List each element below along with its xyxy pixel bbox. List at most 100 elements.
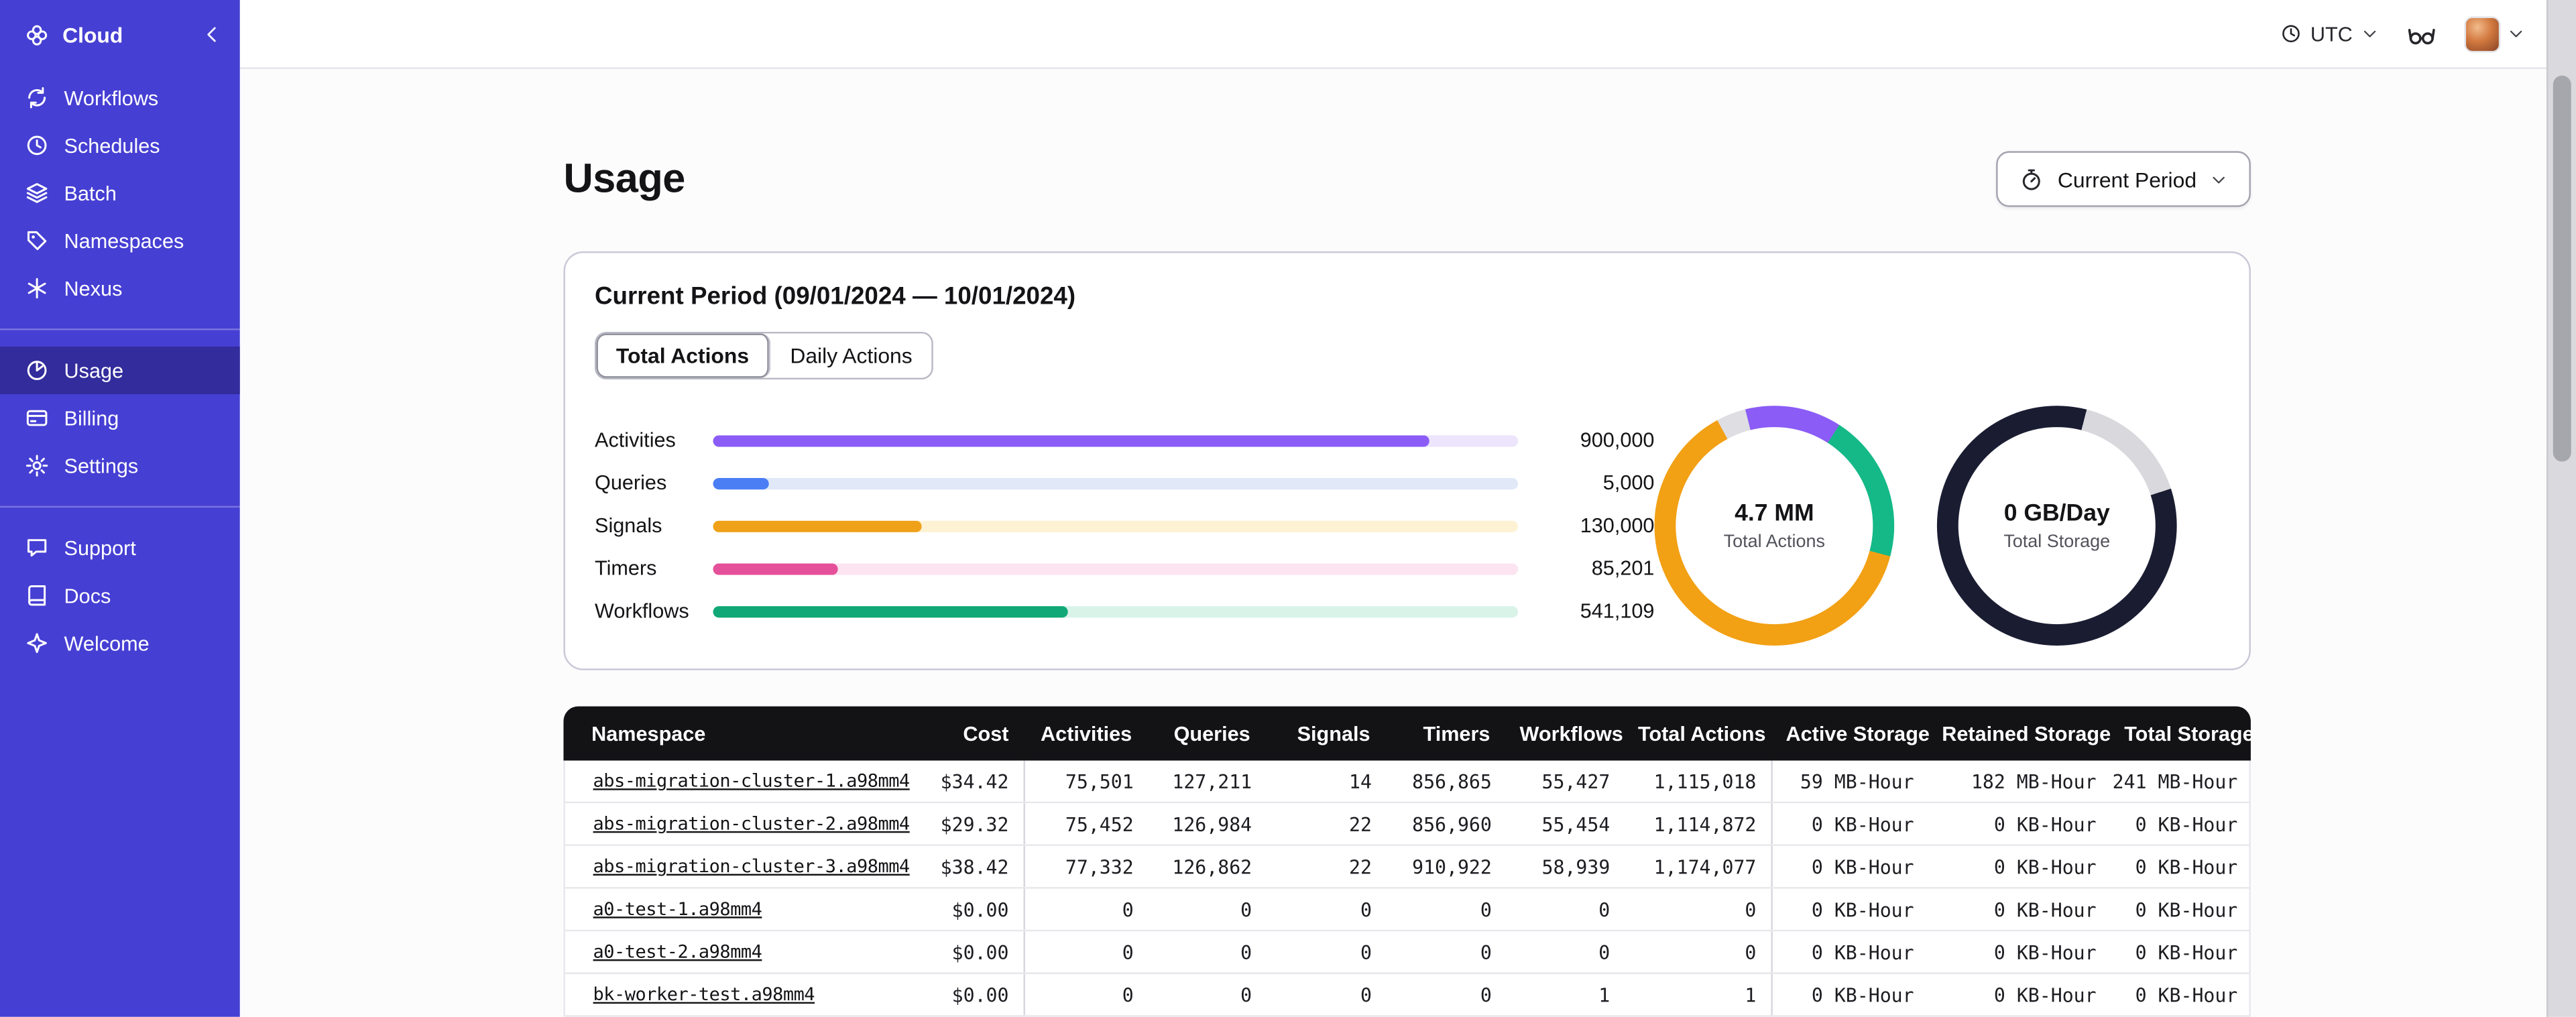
bar-label: Queries xyxy=(595,471,667,495)
namespace-link[interactable]: abs-migration-cluster-1.a98mm4 xyxy=(593,770,911,792)
table-cell: 55,454 xyxy=(1541,812,1611,835)
tab-total-actions[interactable]: Total Actions xyxy=(596,333,770,378)
actions-bar-chart: Activities 900,000 Queries 5,000 Signals 130,… xyxy=(595,419,1654,633)
sidebar-item-label: Welcome xyxy=(64,632,150,655)
table-cell: 0 xyxy=(1625,931,1773,973)
table-cell: 0 xyxy=(1122,983,1134,1006)
table-cell: 126,984 xyxy=(1172,812,1252,835)
namespace-cell: abs-migration-cluster-3.a98mm4 xyxy=(565,846,930,887)
sidebar-item-settings[interactable]: Settings xyxy=(0,442,240,489)
table-cell: 1,114,872 xyxy=(1625,803,1773,845)
column-header-total-actions: Total Actions xyxy=(1637,721,1766,745)
table-cell: 0 KB-Hour xyxy=(2135,940,2238,964)
table-cell: 0 KB-Hour xyxy=(2135,898,2238,921)
sidebar-item-usage[interactable]: Usage xyxy=(0,347,240,395)
table-row: a0-test-1.a98mm4 $0.00 0 0 0 0 0 0 0 KB-Hour 0 KB… xyxy=(565,888,2249,932)
table-header: Namespace Cost Activities Queries Signals Tim… xyxy=(563,706,2254,761)
user-menu[interactable] xyxy=(2464,15,2525,52)
avatar xyxy=(2464,15,2501,52)
sidebar-item-docs[interactable]: Docs xyxy=(0,572,240,619)
table-cell: 241 MB-Hour xyxy=(2112,769,2238,793)
actions-tab-group: Total Actions Daily Actions xyxy=(595,331,934,380)
namespace-usage-table: Namespace Cost Activities Queries Signals Tim… xyxy=(563,706,2254,1017)
page-content: Usage Current Period Current Period (09/… xyxy=(240,69,2546,1017)
table-cell: 856,960 xyxy=(1412,812,1492,835)
table-row: a0-test-2.a98mm4 $0.00 0 0 0 0 0 0 0 KB-Hour 0 KB… xyxy=(565,931,2249,975)
sidebar-collapse-button[interactable] xyxy=(200,23,223,46)
bar-value: 541,109 xyxy=(1580,599,1655,623)
namespace-cell: abs-migration-cluster-1.a98mm4 xyxy=(565,760,930,801)
table-cell: 0 xyxy=(1240,898,1252,921)
sidebar-item-label: Usage xyxy=(64,359,124,382)
namespace-link[interactable]: a0-test-2.a98mm4 xyxy=(593,941,762,963)
donut-center: 0 GB/Day Total Storage xyxy=(1958,427,2156,625)
period-dropdown-label: Current Period xyxy=(2057,166,2197,192)
table-cell: 58,939 xyxy=(1541,855,1611,878)
table-cell: 1 xyxy=(1625,974,1773,1016)
namespace-cell: a0-test-2.a98mm4 xyxy=(565,931,930,972)
table-cell: 0 xyxy=(1240,940,1252,964)
table-cell: 0 KB-Hour xyxy=(2135,983,2238,1006)
table-cell: 14 xyxy=(1349,769,1372,793)
cloud-logo-row[interactable]: Cloud xyxy=(0,0,240,69)
column-header-timers: Timers xyxy=(1423,721,1490,745)
sidebar-item-billing[interactable]: Billing xyxy=(0,394,240,442)
table-cell: 22 xyxy=(1349,812,1372,835)
table-cell: 75,452 xyxy=(1065,812,1134,835)
bar-label: Activities xyxy=(595,428,676,452)
column-header-active-storage: Active Storage xyxy=(1785,721,1930,745)
sidebar-item-support[interactable]: Support xyxy=(0,524,240,572)
glasses-icon[interactable] xyxy=(2407,19,2437,48)
total-storage-value: 0 GB/Day xyxy=(2003,500,2110,527)
table-cell: 0 xyxy=(1480,940,1492,964)
table-body: abs-migration-cluster-1.a98mm4 $34.42 75,5… xyxy=(563,760,2251,1017)
table-cell: 0 KB-Hour xyxy=(1811,898,1914,921)
table-cell: 0 KB-Hour xyxy=(1811,983,1914,1006)
table-cell: 1,115,018 xyxy=(1625,760,1773,802)
sidebar-item-batch[interactable]: Batch xyxy=(0,169,240,217)
table-cell: 127,211 xyxy=(1172,769,1252,793)
period-dropdown-button[interactable]: Current Period xyxy=(1997,151,2251,207)
app-name: Cloud xyxy=(62,22,123,47)
bar-fill xyxy=(713,520,923,532)
table-cell: 55,427 xyxy=(1541,769,1611,793)
scrollbar-thumb[interactable] xyxy=(2553,75,2571,462)
tab-daily-actions[interactable]: Daily Actions xyxy=(770,333,932,377)
bar-value: 130,000 xyxy=(1580,514,1655,538)
table-row: abs-migration-cluster-1.a98mm4 $34.42 75,5… xyxy=(565,760,2249,804)
billing-icon xyxy=(25,406,50,430)
sidebar-item-nexus[interactable]: Nexus xyxy=(0,264,240,312)
bar-track xyxy=(713,605,1519,617)
table-cell: 0 KB-Hour xyxy=(1993,983,2097,1006)
table-cell: 59 MB-Hour xyxy=(1800,769,1914,793)
sidebar-divider xyxy=(0,328,240,331)
bar-label: Signals xyxy=(595,514,662,538)
sidebar-item-namespaces[interactable]: Namespaces xyxy=(0,217,240,264)
timezone-selector[interactable]: UTC xyxy=(2281,22,2379,45)
bar-track xyxy=(713,562,1519,575)
namespace-link[interactable]: a0-test-1.a98mm4 xyxy=(593,898,762,920)
sidebar-item-label: Batch xyxy=(64,181,117,205)
sidebar-item-workflows[interactable]: Workflows xyxy=(0,74,240,121)
table-cell: 0 KB-Hour xyxy=(1993,898,2097,921)
current-period-card: Current Period (09/01/2024 — 10/01/2024)… xyxy=(563,251,2251,670)
namespace-link[interactable]: abs-migration-cluster-3.a98mm4 xyxy=(593,856,911,878)
table-cell: 0 KB-Hour xyxy=(1993,940,2097,964)
bar-fill xyxy=(713,605,1067,617)
bar-fill xyxy=(713,477,770,489)
column-header-activities: Activities xyxy=(1041,721,1132,745)
stopwatch-icon xyxy=(2020,167,2045,192)
sidebar-item-schedules[interactable]: Schedules xyxy=(0,121,240,169)
support-icon xyxy=(25,536,50,560)
namespace-cell: bk-worker-test.a98mm4 xyxy=(565,974,930,1015)
donut-center: 4.7 MM Total Actions xyxy=(1676,427,1873,625)
vertical-scrollbar[interactable] xyxy=(2546,0,2576,1017)
bar-value: 5,000 xyxy=(1602,471,1655,495)
column-header-workflows: Workflows xyxy=(1519,721,1623,745)
namespace-link[interactable]: abs-migration-cluster-2.a98mm4 xyxy=(593,813,911,835)
namespace-link[interactable]: bk-worker-test.a98mm4 xyxy=(593,984,815,1006)
main-area: UTC Usage Current Period Current Period … xyxy=(239,0,2576,1017)
table-cell: 0 xyxy=(1240,983,1252,1006)
sidebar-item-welcome[interactable]: Welcome xyxy=(0,619,240,667)
table-cell: 0 xyxy=(1625,888,1773,930)
